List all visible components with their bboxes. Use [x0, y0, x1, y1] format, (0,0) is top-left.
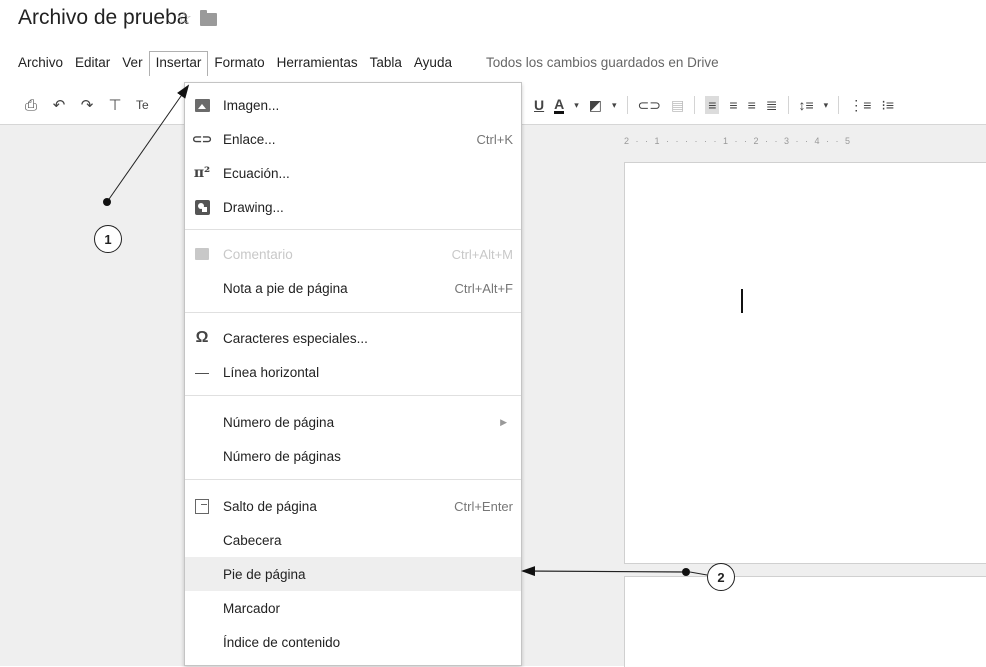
annotation-connector-2 [689, 571, 708, 576]
annotation-arrow-2 [521, 566, 687, 577]
annotation-dot-1 [103, 198, 111, 206]
annotation-dot-2 [682, 568, 690, 576]
callout-1: 1 [94, 225, 122, 253]
annotation-arrow-1 [106, 84, 190, 203]
callout-2: 2 [707, 563, 735, 591]
annotation-arrows [103, 84, 708, 577]
